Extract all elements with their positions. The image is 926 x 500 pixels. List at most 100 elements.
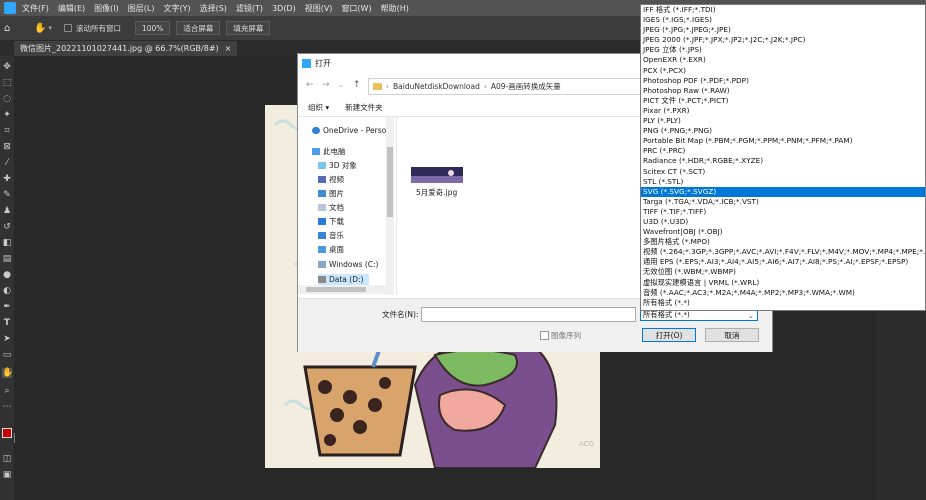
menu-image[interactable]: 图像(I) [94, 3, 119, 14]
type-tool-icon[interactable]: T [2, 318, 12, 328]
format-option[interactable]: PRC (*.PRC) [641, 146, 925, 156]
nav-item-documents[interactable]: 文档 [318, 202, 344, 213]
nav-vertical-scrollbar[interactable] [386, 117, 394, 295]
lasso-tool-icon[interactable]: ◌ [2, 94, 12, 104]
menu-edit[interactable]: 编辑(E) [58, 3, 85, 14]
nav-item-onedrive[interactable]: OneDrive - Perso [312, 125, 386, 136]
nav-item-music[interactable]: 音乐 [318, 230, 344, 241]
format-option[interactable]: OpenEXR (*.EXR) [641, 55, 925, 65]
history-brush-icon[interactable]: ↺ [2, 222, 12, 232]
recent-chevron-icon[interactable]: ⌄ [338, 81, 344, 89]
frame-tool-icon[interactable]: ⊠ [2, 142, 12, 152]
nav-item-desktop[interactable]: 桌面 [318, 244, 344, 255]
fill-screen-button[interactable]: 填充屏幕 [226, 21, 271, 35]
foreground-color-swatch[interactable] [2, 428, 12, 438]
format-option[interactable]: 通用 EPS (*.EPS;*.AI3;*.AI4;*.AI5;*.AI6;*.… [641, 257, 925, 267]
path-select-icon[interactable]: ➤ [2, 334, 12, 344]
format-option[interactable]: IGES (*.IGS;*.IGES) [641, 15, 925, 25]
healing-brush-icon[interactable]: ✚ [2, 174, 12, 184]
format-option[interactable]: 虚拟现实建模语言 | VRML (*.WRL) [641, 278, 925, 288]
format-option[interactable]: Portable Bit Map (*.PBM;*.PGM;*.PPM;*.PN… [641, 136, 925, 146]
crop-tool-icon[interactable]: ⌗ [2, 126, 12, 136]
format-option[interactable]: IFF 格式 (*.IFF;*.TDI) [641, 5, 925, 15]
hand-tool-icon[interactable]: ✋ [2, 368, 13, 378]
scroll-thumb[interactable] [387, 147, 393, 217]
menu-help[interactable]: 帮助(H) [381, 3, 409, 14]
document-tab[interactable]: 微信图片_20221101027441.jpg @ 66.7%(RGB/8#) … [14, 41, 238, 56]
zoom-100-button[interactable]: 100% [134, 21, 171, 35]
new-folder-button[interactable]: 新建文件夹 [345, 102, 383, 113]
nav-item-data-d[interactable]: Data (D:) [318, 274, 370, 285]
blur-tool-icon[interactable]: ● [2, 270, 12, 280]
marquee-tool-icon[interactable]: ⬚ [2, 78, 12, 88]
format-option[interactable]: PICT 文件 (*.PCT;*.PICT) [641, 96, 925, 106]
format-option[interactable]: Radiance (*.HDR;*.RGBE;*.XYZE) [641, 156, 925, 166]
scroll-all-checkbox[interactable] [63, 24, 72, 32]
format-option[interactable]: STL (*.STL) [641, 177, 925, 187]
format-option[interactable]: 音频 (*.AAC;*.AC3;*.M2A;*.M4A;*.MP2;*.MP3;… [641, 288, 925, 298]
format-option[interactable]: 多图片格式 (*.MPO) [641, 237, 925, 247]
back-arrow-icon[interactable]: ← [306, 80, 314, 90]
scroll-thumb[interactable] [306, 287, 366, 292]
fit-screen-button[interactable]: 适合屏幕 [176, 21, 221, 35]
format-option[interactable]: SVG (*.SVG;*.SVGZ) [641, 186, 925, 197]
screen-mode-icon[interactable]: ▣ [2, 470, 12, 480]
gradient-tool-icon[interactable]: ▤ [2, 254, 12, 264]
format-option[interactable]: Photoshop PDF (*.PDF;*.PDP) [641, 76, 925, 86]
menu-layer[interactable]: 图层(L) [128, 3, 155, 14]
cancel-button[interactable]: 取消 [705, 328, 759, 342]
pen-tool-icon[interactable]: ✒ [2, 302, 12, 312]
menu-type[interactable]: 文字(Y) [163, 3, 190, 14]
format-option[interactable]: JPEG 立体 (*.JPS) [641, 45, 925, 55]
format-option[interactable]: Pixar (*.PXR) [641, 106, 925, 116]
hand-tool-icon[interactable]: ✋ [34, 23, 46, 34]
format-option[interactable]: Targa (*.TGA;*.VDA;*.ICB;*.VST) [641, 197, 925, 207]
nav-item-windows-c[interactable]: Windows (C:) [318, 259, 378, 270]
menu-3d[interactable]: 3D(D) [272, 4, 296, 13]
eraser-tool-icon[interactable]: ◧ [2, 238, 12, 248]
brush-tool-icon[interactable]: ✎ [2, 190, 12, 200]
filename-input[interactable] [421, 307, 636, 322]
format-option[interactable]: 视频 (*.264;*.3GP;*.3GPP;*.AVC;*.AVI;*.F4V… [641, 247, 925, 257]
breadcrumb-item[interactable]: BaiduNetdiskDownload [393, 82, 480, 91]
nav-item-this-pc[interactable]: 此电脑 [312, 146, 346, 157]
move-tool-icon[interactable]: ✥ [2, 62, 12, 72]
dodge-tool-icon[interactable]: ◐ [2, 286, 12, 296]
magic-wand-icon[interactable]: ✦ [2, 110, 12, 120]
close-icon[interactable]: × [225, 44, 232, 53]
format-option[interactable]: Scitex CT (*.SCT) [641, 167, 925, 177]
nav-item-3d-objects[interactable]: 3D 对象 [318, 160, 357, 171]
nav-item-videos[interactable]: 视频 [318, 174, 344, 185]
organize-button[interactable]: 组织 ▾ [308, 102, 329, 113]
chevron-down-icon[interactable]: ▾ [48, 24, 52, 32]
format-option[interactable]: JPEG (*.JPG;*.JPEG;*.JPE) [641, 25, 925, 35]
format-option[interactable]: 所有格式 (*.*) [641, 298, 925, 308]
menu-window[interactable]: 窗口(W) [341, 3, 371, 14]
more-tools-icon[interactable]: ⋯ [2, 402, 12, 412]
format-option[interactable]: PCX (*.PCX) [641, 66, 925, 76]
up-arrow-icon[interactable]: ↑ [353, 80, 361, 90]
format-option[interactable]: TIFF (*.TIF;*.TIFF) [641, 207, 925, 217]
file-format-dropdown[interactable]: IFF 格式 (*.IFF;*.TDI) IGES (*.IGS;*.IGES) J… [640, 4, 926, 311]
format-option[interactable]: PLY (*.PLY) [641, 116, 925, 126]
menu-select[interactable]: 选择(S) [200, 3, 227, 14]
format-option[interactable]: U3D (*.U3D) [641, 217, 925, 227]
file-item[interactable]: 5月爱奇.jpg [408, 167, 468, 201]
breadcrumb-item[interactable]: A09-画画转换成矢量 [491, 81, 561, 92]
menu-view[interactable]: 视图(V) [305, 3, 333, 14]
format-option[interactable]: Photoshop Raw (*.RAW) [641, 86, 925, 96]
format-option[interactable]: Wavefront|OBJ (*.OBJ) [641, 227, 925, 237]
quick-mask-icon[interactable]: ◫ [2, 454, 12, 464]
stamp-tool-icon[interactable]: ♟ [2, 206, 12, 216]
image-sequence-checkbox[interactable] [540, 331, 549, 340]
rectangle-tool-icon[interactable]: ▭ [2, 350, 12, 360]
format-option[interactable]: JPEG 2000 (*.JPF;*.JPX;*.JP2;*.J2C;*.J2K… [641, 35, 925, 45]
nav-item-pictures[interactable]: 图片 [318, 188, 344, 199]
menu-file[interactable]: 文件(F) [22, 3, 49, 14]
nav-item-downloads[interactable]: 下载 [318, 216, 344, 227]
open-button[interactable]: 打开(O) [642, 328, 696, 342]
forward-arrow-icon[interactable]: → [322, 80, 330, 90]
format-option[interactable]: PNG (*.PNG;*.PNG) [641, 126, 925, 136]
menu-filter[interactable]: 滤镜(T) [236, 3, 263, 14]
zoom-tool-icon[interactable]: ⌕ [2, 386, 12, 396]
